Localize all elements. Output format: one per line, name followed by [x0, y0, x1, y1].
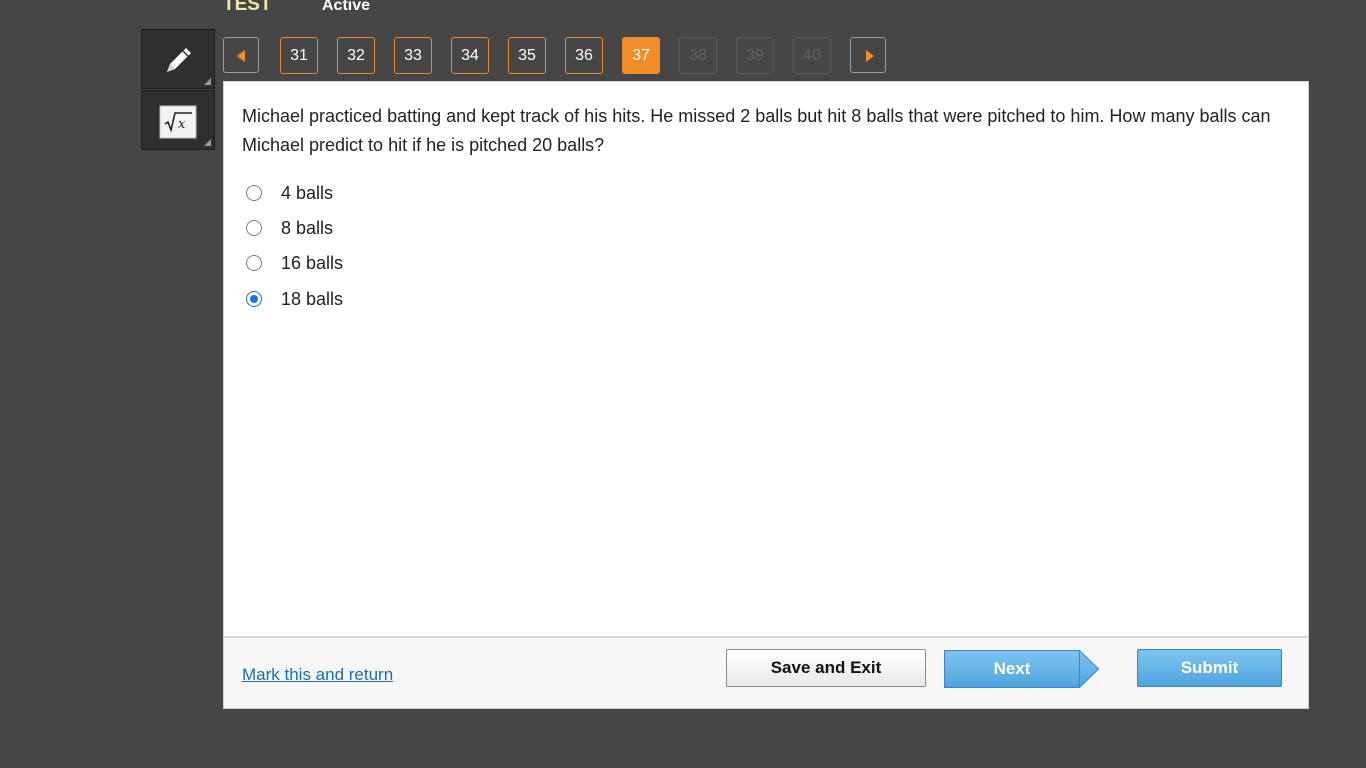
question-31-button[interactable]: 31 — [280, 37, 318, 74]
question-panel: Michael practiced batting and kept track… — [223, 81, 1309, 637]
answer-radio-selected[interactable] — [246, 291, 262, 307]
answer-radio[interactable] — [246, 220, 262, 236]
answer-option[interactable]: 16 balls — [246, 251, 343, 275]
test-page: TEST Active x 31 32 33 34 35 36 37 38 39… — [0, 0, 1366, 768]
answer-label[interactable]: 16 balls — [281, 253, 343, 274]
next-button[interactable]: Next — [944, 649, 1102, 689]
question-33-button[interactable]: 33 — [394, 37, 432, 74]
chevron-right-icon — [866, 50, 874, 62]
answer-option[interactable]: 8 balls — [246, 216, 333, 240]
answer-option[interactable]: 18 balls — [246, 287, 343, 311]
answer-label[interactable]: 18 balls — [281, 289, 343, 310]
question-text: Michael practiced batting and kept track… — [242, 106, 1271, 155]
question-footer: Mark this and return Save and Exit Next … — [223, 636, 1309, 709]
tool-menu-corner-icon — [204, 78, 211, 85]
test-title: TEST — [223, 0, 272, 15]
chevron-left-icon — [237, 50, 245, 62]
answer-radio[interactable] — [246, 255, 262, 271]
tool-menu-corner-icon — [204, 139, 211, 146]
submit-button[interactable]: Submit — [1137, 649, 1282, 687]
question-32-button[interactable]: 32 — [337, 37, 375, 74]
calculator-tool-button[interactable]: x — [141, 90, 215, 150]
answer-label[interactable]: 8 balls — [281, 218, 333, 239]
svg-text:x: x — [178, 117, 186, 132]
square-root-icon: x — [159, 105, 197, 139]
question-34-button[interactable]: 34 — [451, 37, 489, 74]
answer-radio[interactable] — [246, 185, 262, 201]
next-button-label[interactable]: Next — [944, 649, 1080, 689]
mark-and-return-link[interactable]: Mark this and return — [242, 665, 393, 685]
question-35-button[interactable]: 35 — [508, 37, 546, 74]
answer-label[interactable]: 4 balls — [281, 183, 333, 204]
save-and-exit-button[interactable]: Save and Exit — [726, 649, 926, 687]
test-status: Active — [322, 0, 371, 14]
question-36-button[interactable]: 36 — [565, 37, 603, 74]
question-40-button: 40 — [793, 37, 831, 74]
pencil-tool-button[interactable] — [141, 29, 215, 89]
answer-option[interactable]: 4 balls — [246, 181, 333, 205]
question-39-button: 39 — [736, 37, 774, 74]
question-38-button: 38 — [679, 37, 717, 74]
previous-question-button[interactable] — [223, 37, 259, 73]
next-question-arrow-button[interactable] — [850, 37, 886, 73]
pencil-icon — [167, 48, 191, 72]
question-37-button[interactable]: 37 — [622, 37, 660, 74]
